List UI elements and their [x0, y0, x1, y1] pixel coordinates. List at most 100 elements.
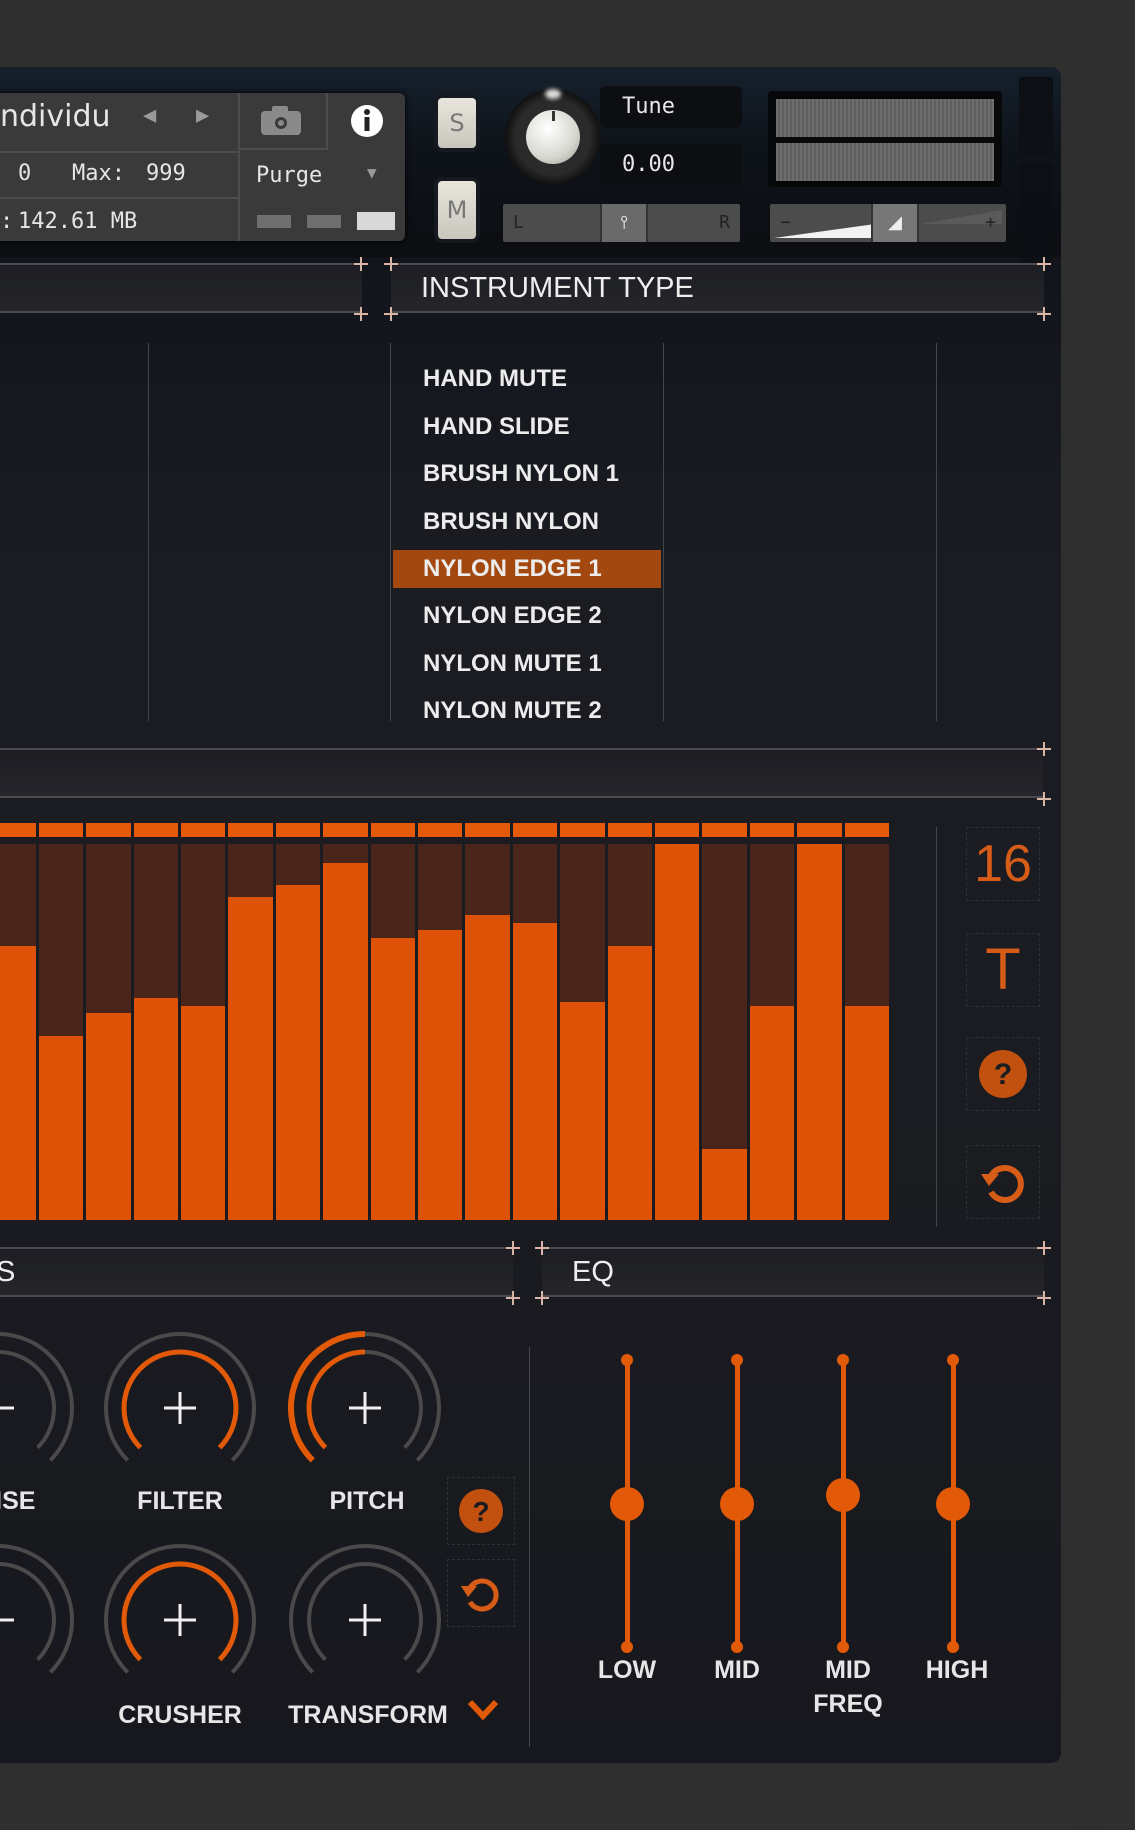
- step-sequencer[interactable]: [0, 823, 900, 1223]
- step-cap[interactable]: [560, 823, 605, 837]
- step-cap[interactable]: [797, 823, 842, 837]
- step-cap[interactable]: [512, 823, 558, 837]
- step-bar[interactable]: [702, 844, 747, 1220]
- list-item[interactable]: NYLON MUTE 1: [393, 640, 661, 688]
- step-cap[interactable]: [418, 823, 463, 837]
- step-bar[interactable]: [133, 844, 178, 1220]
- knob[interactable]: [275, 1318, 455, 1498]
- instrument-type-header: INSTRUMENT TYPE: [391, 263, 1044, 313]
- step-cap[interactable]: [181, 823, 226, 837]
- step-bar[interactable]: [560, 844, 605, 1220]
- knob[interactable]: [275, 1530, 455, 1710]
- eq-slider-thumb[interactable]: [936, 1486, 970, 1521]
- step-bar[interactable]: [844, 844, 889, 1220]
- step-cap[interactable]: [370, 823, 415, 837]
- eq-track-end: [621, 1354, 633, 1366]
- purge-dropdown[interactable]: Purge: [256, 163, 322, 188]
- pan-slider[interactable]: L ⫯ R: [503, 204, 740, 242]
- list-item-selected[interactable]: NYLON EDGE 1: [393, 550, 661, 588]
- step-bar[interactable]: [607, 844, 652, 1220]
- knob[interactable]: [0, 1318, 88, 1498]
- step-cap[interactable]: [275, 823, 321, 837]
- knob[interactable]: [90, 1318, 270, 1498]
- step-bar[interactable]: [797, 844, 842, 1220]
- step-bar-fill: [418, 930, 463, 1220]
- step-cap[interactable]: [844, 823, 889, 837]
- tune-knob[interactable]: [505, 89, 601, 185]
- side-button-3[interactable]: [1019, 193, 1053, 263]
- eq-slider-thumb[interactable]: [826, 1477, 860, 1512]
- corner-marker: [535, 1291, 549, 1305]
- knob[interactable]: [90, 1530, 270, 1710]
- step-cap[interactable]: [702, 823, 747, 837]
- volume-slider[interactable]: − ◢ +: [770, 204, 1006, 242]
- effects-title: S: [0, 1256, 16, 1288]
- step-bar[interactable]: [465, 844, 510, 1220]
- chevron-down-icon[interactable]: [466, 1697, 500, 1727]
- step-bar[interactable]: [370, 844, 415, 1220]
- corner-marker: [384, 307, 398, 321]
- pan-thumb[interactable]: ⫯: [600, 204, 648, 242]
- purge-level-2[interactable]: [307, 215, 341, 228]
- purge-level-1[interactable]: [257, 215, 291, 228]
- list-item[interactable]: HAND SLIDE: [393, 403, 661, 451]
- undo-icon[interactable]: [966, 1145, 1040, 1219]
- dropdown-arrow-icon[interactable]: ▼: [367, 163, 377, 182]
- step-bar[interactable]: [749, 844, 795, 1220]
- step-bar[interactable]: [512, 844, 558, 1220]
- undo-icon[interactable]: [447, 1559, 515, 1627]
- camera-icon[interactable]: [259, 103, 303, 141]
- step-cap[interactable]: [655, 823, 700, 837]
- step-bar[interactable]: [0, 844, 36, 1220]
- sequencer-header: [0, 748, 1043, 798]
- info-icon[interactable]: [349, 103, 385, 143]
- eq-label: MID: [825, 1656, 871, 1684]
- caret-left-icon[interactable]: ◀: [143, 103, 156, 128]
- column-divider: [663, 343, 664, 721]
- step-cap[interactable]: [749, 823, 795, 837]
- volume-thumb[interactable]: ◢: [871, 204, 919, 242]
- step-count-button[interactable]: 16: [966, 827, 1040, 901]
- instrument-info-box: ndividu ◀ ▶ 0 Max: 999 : 142.61 MB Purge…: [0, 93, 405, 241]
- list-item[interactable]: NYLON MUTE 2: [393, 687, 661, 735]
- instrument-name[interactable]: ndividu: [0, 99, 111, 134]
- step-bar[interactable]: [228, 844, 273, 1220]
- step-cap[interactable]: [133, 823, 178, 837]
- step-cap[interactable]: [0, 823, 36, 837]
- knob[interactable]: [0, 1530, 88, 1710]
- side-button-1[interactable]: [1019, 77, 1053, 155]
- step-cap[interactable]: [38, 823, 84, 837]
- list-item[interactable]: HAND MUTE: [393, 355, 661, 403]
- tune-value[interactable]: 0.00: [600, 144, 742, 186]
- step-cap[interactable]: [228, 823, 273, 837]
- list-item[interactable]: BRUSH NYLON 1: [393, 450, 661, 498]
- step-bar[interactable]: [38, 844, 84, 1220]
- step-bar-fill: [86, 1013, 131, 1220]
- step-bar[interactable]: [181, 844, 226, 1220]
- step-bar[interactable]: [655, 844, 700, 1220]
- step-bar[interactable]: [86, 844, 131, 1220]
- eq-slider-thumb[interactable]: [720, 1486, 754, 1521]
- list-item[interactable]: BRUSH NYLON: [393, 498, 661, 546]
- step-cap[interactable]: [86, 823, 131, 837]
- solo-button[interactable]: S: [438, 98, 476, 148]
- step-cap[interactable]: [323, 823, 368, 837]
- text-button[interactable]: T: [966, 933, 1040, 1007]
- question-icon[interactable]: ?: [447, 1477, 515, 1545]
- step-cap[interactable]: [607, 823, 652, 837]
- eq-slider-thumb[interactable]: [610, 1486, 644, 1521]
- list-item[interactable]: NYLON EDGE 2: [393, 592, 661, 640]
- effects-header: S: [0, 1247, 513, 1297]
- question-icon[interactable]: ?: [966, 1037, 1040, 1111]
- corner-marker: [354, 257, 368, 271]
- step-bar[interactable]: [418, 844, 463, 1220]
- max-voices-value[interactable]: 999: [146, 161, 186, 186]
- purge-level-3[interactable]: [357, 212, 395, 230]
- step-bar[interactable]: [275, 844, 321, 1220]
- step-cap[interactable]: [465, 823, 510, 837]
- mute-button[interactable]: M: [438, 181, 476, 239]
- eq-track-end: [947, 1354, 959, 1366]
- caret-right-icon[interactable]: ▶: [196, 103, 209, 128]
- divider: [0, 197, 238, 199]
- step-bar[interactable]: [323, 844, 368, 1220]
